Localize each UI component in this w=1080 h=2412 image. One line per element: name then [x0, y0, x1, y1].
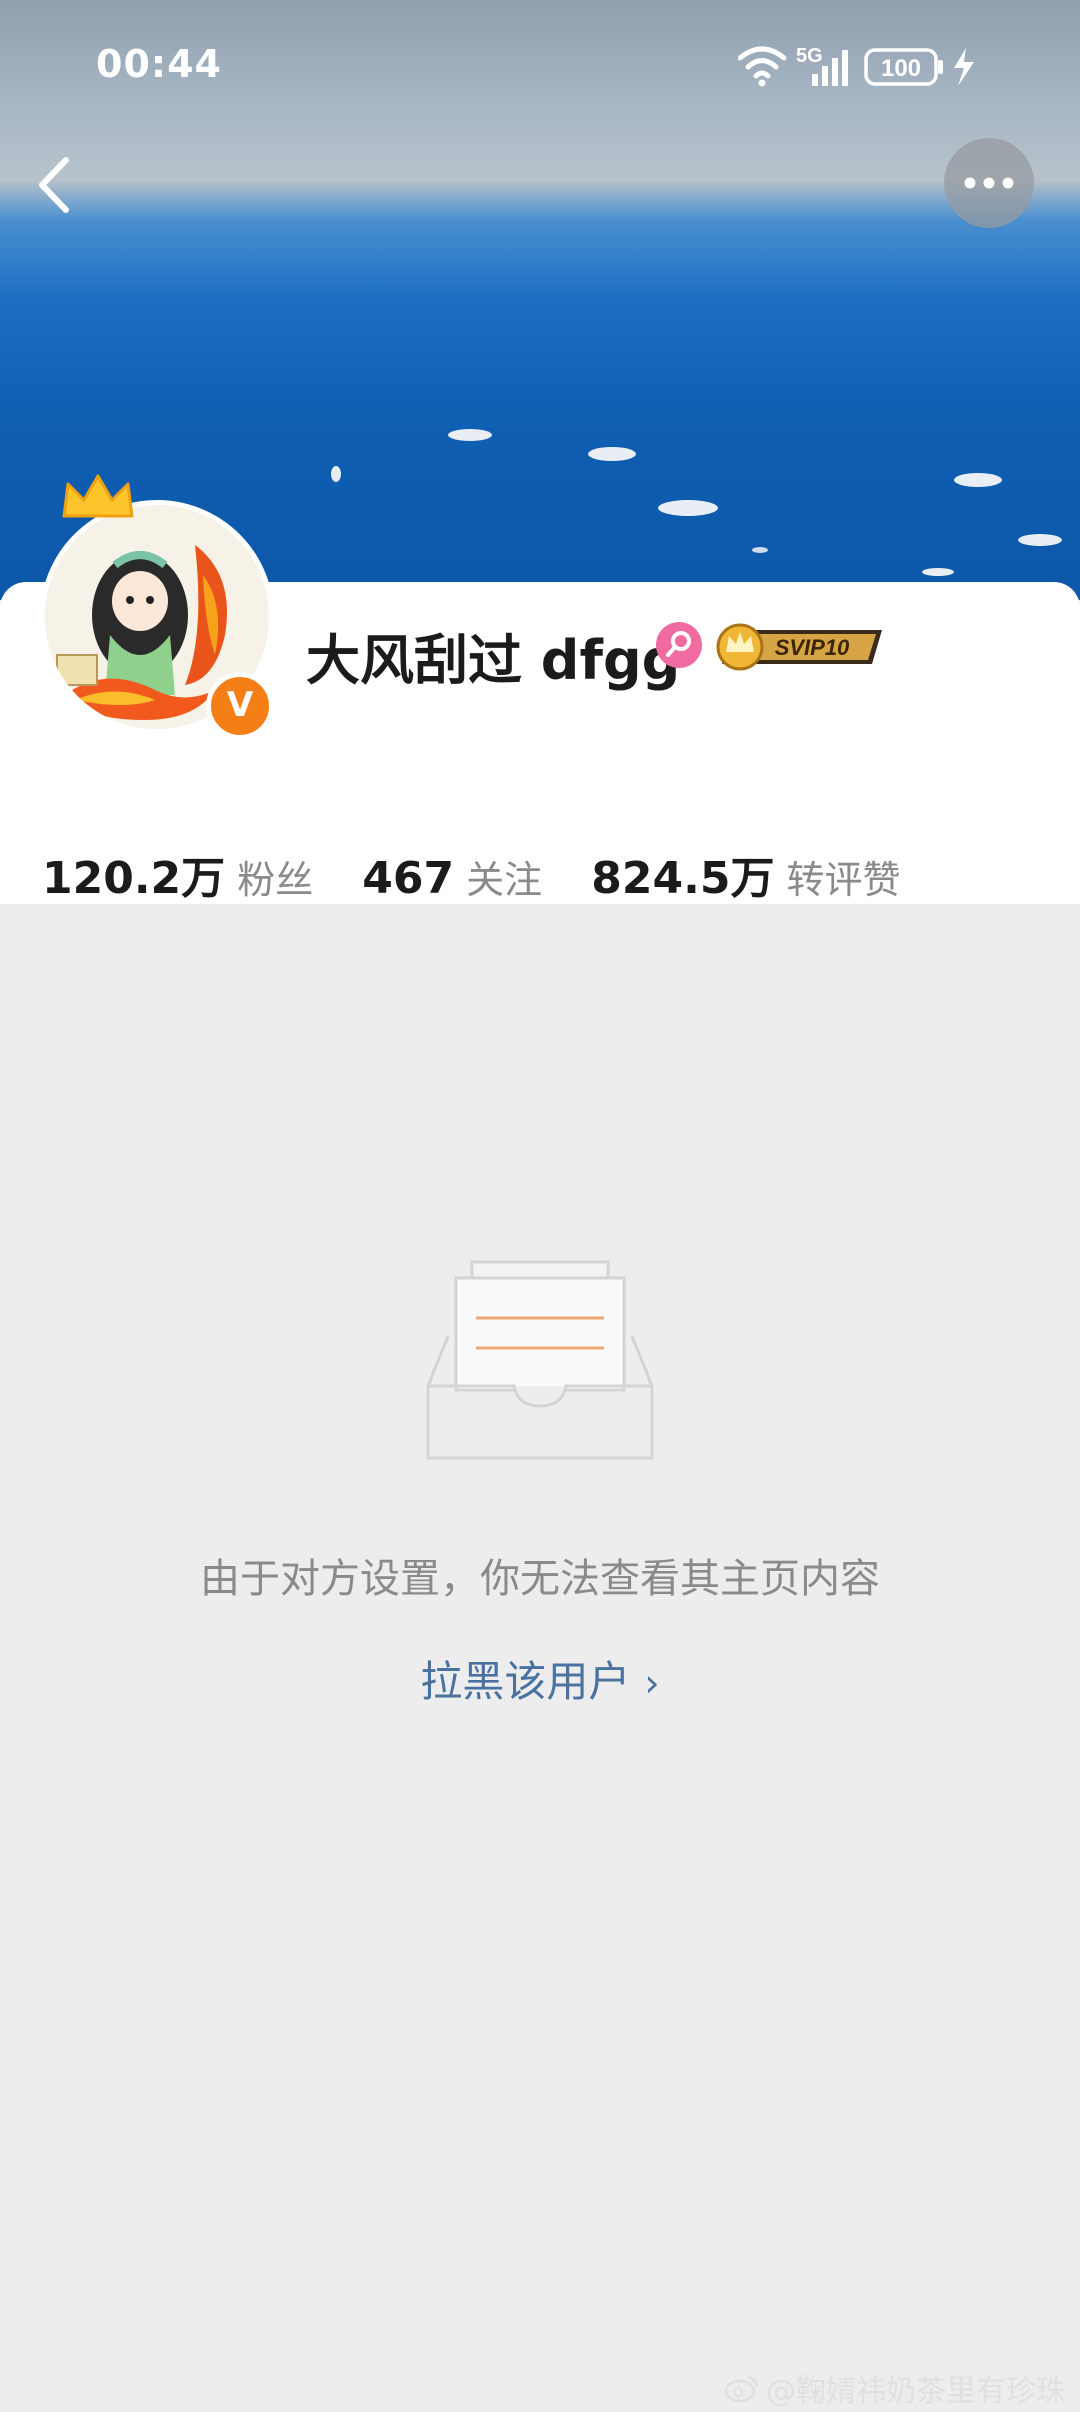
username: 大风刮过 dfgg: [306, 629, 681, 692]
empty-inbox-icon: [426, 1256, 656, 1462]
watermark-text: @鞠婧祎奶茶里有珍珠: [766, 2374, 1066, 2409]
svg-text:100: 100: [881, 55, 921, 82]
crown-icon: [62, 474, 134, 518]
block-user-label: 拉黑该用户: [420, 1657, 631, 1706]
block-user-link[interactable]: 拉黑该用户 ›: [0, 1648, 1080, 1709]
svg-text:5G: 5G: [796, 45, 823, 67]
stat-following-label: 关注: [466, 858, 543, 902]
stat-following-number: 467: [362, 853, 455, 904]
stat-interactions-number: 824.5万: [591, 853, 775, 904]
stat-interactions-label: 转评赞: [786, 858, 901, 902]
stat-followers-number: 120.2万: [42, 853, 226, 904]
wifi-icon: [737, 46, 787, 79]
watermark: @鞠婧祎奶茶里有珍珠: [724, 2366, 1066, 2410]
svg-text:SVIP10: SVIP10: [775, 635, 850, 660]
stat-following[interactable]: 467 关注: [362, 849, 542, 904]
empty-message: 由于对方设置，你无法查看其主页内容: [200, 1556, 880, 1602]
more-button[interactable]: [944, 138, 1034, 228]
status-icons: 5G 100: [737, 44, 998, 88]
weibo-logo-icon: [724, 2375, 759, 2403]
charging-icon: [954, 48, 974, 86]
stat-interactions[interactable]: 824.5万 转评赞: [591, 842, 900, 906]
stat-followers[interactable]: 120.2万 粉丝: [42, 842, 313, 906]
chevron-left-icon: [39, 157, 69, 213]
more-dots-icon: [964, 177, 1014, 189]
chevron-right-icon: ›: [644, 1661, 660, 1705]
svip-badge[interactable]: SVIP10: [712, 620, 884, 674]
stat-followers-label: 粉丝: [237, 858, 314, 902]
female-icon: [656, 622, 702, 668]
back-button[interactable]: [28, 140, 88, 230]
status-bar: 00:44 5G 100: [0, 0, 1080, 136]
profile-stats: 120.2万 粉丝 467 关注 824.5万 转评赞: [42, 842, 944, 904]
battery-icon: 100: [864, 48, 943, 86]
avatar-container[interactable]: V: [40, 474, 276, 740]
status-time: 00:44: [96, 42, 222, 86]
verified-badge: V: [206, 672, 274, 740]
